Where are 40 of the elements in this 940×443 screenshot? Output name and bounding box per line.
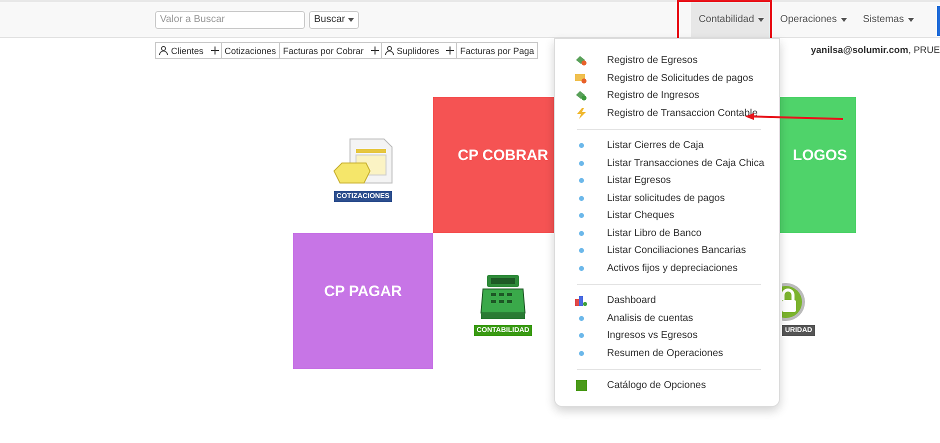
envelope-icon [575,72,587,84]
menu-tab[interactable]: Operaciones [772,2,855,37]
lightning-icon [576,108,586,119]
user-account: yanilsa@solumir.com, PRUE [810,45,940,56]
cash-register-icon [479,273,527,321]
menu-item[interactable]: Resumen de Operaciones [555,344,779,362]
bullet-icon [578,178,584,184]
shortcut-link[interactable]: Facturas por Paga [457,46,538,56]
money-icon [575,90,587,102]
chart-icon [575,295,587,306]
search-field[interactable]: Valor a Buscar [155,10,305,28]
money-icon [575,55,587,66]
menu-item[interactable]: Analisis de cuentas [555,310,779,327]
menu-item[interactable]: Activos fijos y depreciaciones [555,260,779,277]
bullet-icon [578,333,584,338]
menu-item[interactable]: Listar Conciliaciones Bancarias [555,242,779,260]
shortcut-link[interactable]: Clientes [156,46,207,56]
bullet-icon [578,213,584,218]
menu-item[interactable]: Registro de Egresos [555,52,779,70]
menu-tab[interactable]: Sistemas [854,2,922,37]
menu-item[interactable]: Dashboard [555,292,779,310]
person-icon [159,46,168,55]
menu-tab[interactable]: Contabilidad [690,2,772,37]
shortcut-link[interactable]: Facturas por Cobrar [280,46,367,56]
shortcut-link[interactable]: Cotizaciones [222,46,280,56]
bullet-icon [578,230,584,236]
menu-item[interactable]: Catálogo de Opciones [555,377,779,394]
square-icon [576,380,586,392]
bullet-icon [578,266,584,271]
bullet-icon [578,350,584,356]
person-icon [384,46,394,55]
bullet-icon [578,143,584,148]
menu-item[interactable]: Registro de Solicitudes de pagos [555,70,779,87]
shortcut-link[interactable]: Suplidores [382,46,442,56]
bullet-icon [578,160,584,166]
bullet-icon [578,248,584,254]
search-button[interactable]: Buscar [309,10,360,28]
bullet-icon [578,196,584,201]
bullet-icon [578,316,584,321]
menu-item[interactable]: Ingresos vs Egresos [555,327,779,344]
